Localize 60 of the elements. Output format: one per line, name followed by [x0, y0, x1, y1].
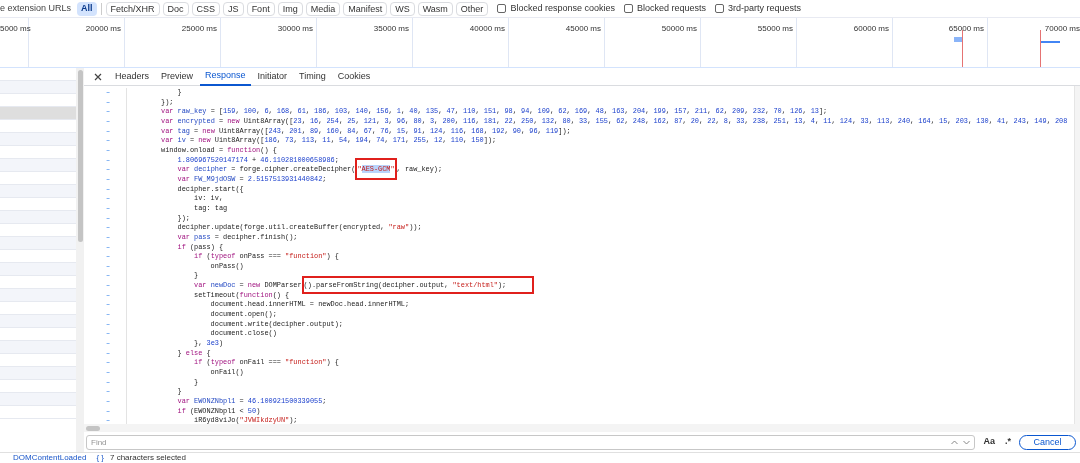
tab[interactable]: Preview [156, 67, 199, 86]
request-row[interactable] [0, 159, 76, 172]
request-row[interactable] [0, 81, 76, 94]
request-row[interactable] [0, 185, 76, 198]
tab[interactable]: Timing [294, 67, 331, 86]
scrollbar-thumb[interactable] [77, 70, 83, 242]
checkbox-label: Blocked requests [636, 1, 706, 15]
request-row[interactable] [0, 211, 76, 224]
filter-chip[interactable]: Fetch/XHR [105, 1, 160, 16]
filter-chip[interactable]: Img [277, 1, 303, 16]
tick-label: 25000 ms [181, 23, 217, 35]
request-row[interactable] [0, 107, 76, 120]
tick-label: 40000 ms [469, 23, 505, 35]
filter-chip[interactable]: CSS [191, 1, 221, 16]
filter-chip[interactable]: WS [390, 1, 415, 16]
tab[interactable]: Cookies [332, 67, 376, 86]
tick-label: 35000 ms [373, 23, 409, 35]
tick-label: 5000 ms [0, 23, 31, 35]
tick-label: 70000 ms [1044, 23, 1080, 35]
filter-chip[interactable]: Manifest [343, 1, 388, 16]
selection-status: 7 characters selected [109, 452, 186, 463]
request-row[interactable] [0, 263, 76, 276]
request-row[interactable] [0, 341, 76, 354]
scrollbar-thumb[interactable] [86, 425, 100, 431]
checkbox[interactable] [715, 4, 724, 13]
tab[interactable]: Response [200, 67, 251, 86]
request-row[interactable] [0, 289, 76, 302]
request-row[interactable] [0, 367, 76, 380]
request-row[interactable] [0, 315, 76, 328]
regex-toggle[interactable]: .* [1003, 435, 1013, 449]
checkbox-label: 3rd-party requests [728, 1, 802, 15]
filter-chip[interactable]: JS [223, 1, 244, 16]
request-row[interactable] [0, 237, 76, 250]
tab[interactable]: Initiator [252, 67, 293, 86]
pretty-print-button[interactable]: { } [96, 452, 104, 463]
load-marker-line [962, 30, 963, 67]
filter-chip[interactable]: Wasm [417, 1, 453, 16]
tick-label: 65000 ms [948, 23, 984, 35]
tick-label: 20000 ms [85, 23, 121, 35]
filter-chip[interactable]: Other [455, 1, 489, 16]
checkbox[interactable] [497, 4, 507, 13]
load-marker-line [1040, 30, 1041, 67]
checkbox-label: Blocked response cookies [510, 1, 615, 15]
tab[interactable]: Headers [110, 67, 155, 86]
tick-label: 30000 ms [277, 23, 313, 35]
tick-label: 45000 ms [565, 23, 601, 35]
tick-label: 60000 ms [853, 23, 889, 35]
match-case-toggle[interactable]: Aa [981, 435, 997, 449]
request-row[interactable] [0, 393, 76, 406]
event-label: DOMContentLoaded [13, 452, 87, 463]
tick-label: 50000 ms [661, 23, 697, 35]
filter-label: e extension URLs [0, 1, 72, 15]
filter-chip[interactable]: Doc [162, 1, 189, 16]
filter-chip[interactable]: Font [246, 1, 275, 16]
request-row[interactable] [0, 133, 76, 146]
filter-chip[interactable]: Media [305, 1, 341, 16]
checkbox[interactable] [623, 4, 633, 13]
filter-chip[interactable]: All [77, 1, 97, 16]
find-field[interactable]: Find [86, 434, 976, 450]
tick-label: 55000 ms [757, 23, 793, 35]
